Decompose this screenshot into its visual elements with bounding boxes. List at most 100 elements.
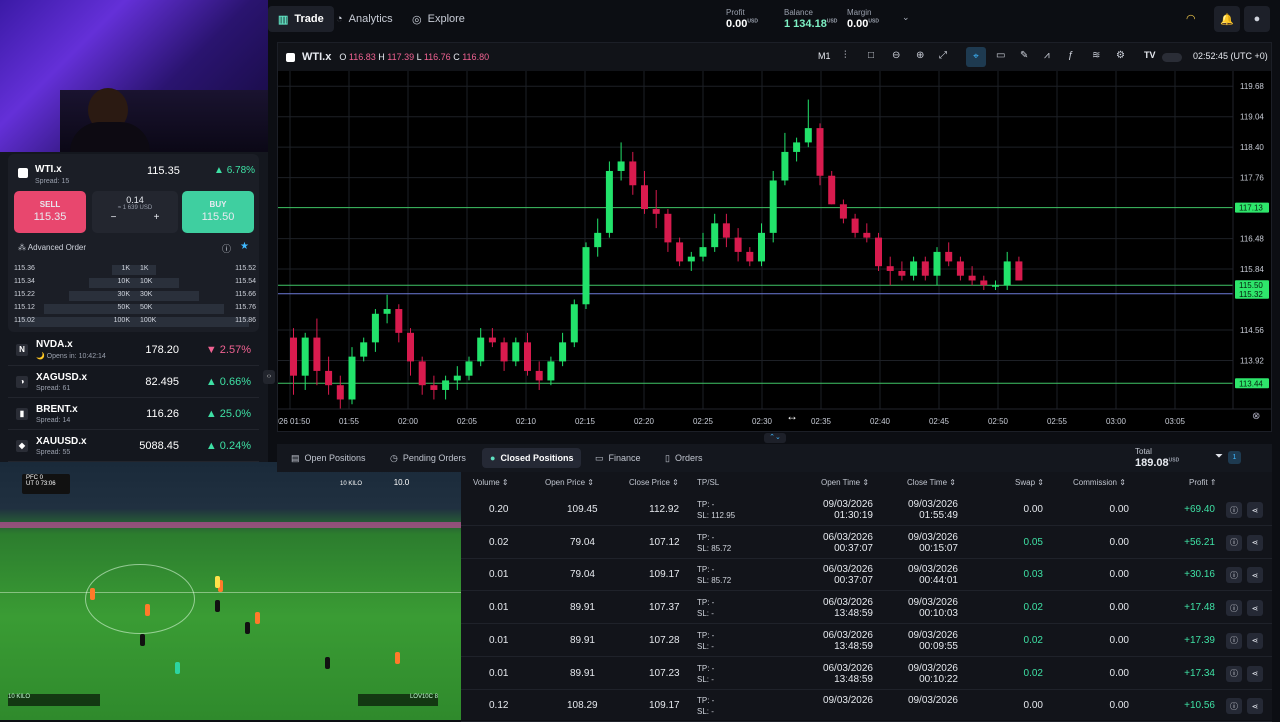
table-row[interactable]: 0.01 89.91 107.23 TP: - SL: - 06/03/2026 13:48… bbox=[461, 658, 1272, 690]
tab-open-positions[interactable]: ▤ Open Positions bbox=[283, 448, 374, 468]
symbol-price: 178.20 bbox=[145, 343, 179, 356]
table-row[interactable]: 0.01 89.91 107.28 TP: - SL: - 06/03/2026 13:48… bbox=[461, 625, 1272, 657]
watchlist-item[interactable]: ◆ XAUUSD.x Spread: 55 5088.45 ▲ 0.24% bbox=[8, 430, 259, 462]
collapse-panel-button[interactable]: ‹› bbox=[263, 370, 275, 384]
column-header[interactable]: TP/SL bbox=[697, 478, 719, 487]
star-icon[interactable]: ★ bbox=[240, 241, 249, 252]
candle-body bbox=[535, 370, 543, 381]
volume-increase-button[interactable]: + bbox=[154, 212, 160, 223]
table-row[interactable]: 0.12 108.29 109.17 TP: - SL: - 09/03/2026 09/0… bbox=[461, 690, 1272, 722]
scoreboard: PFC 0 UT 0 73:06 bbox=[22, 474, 70, 494]
row-share-icon[interactable]: ⋖ bbox=[1247, 600, 1263, 617]
price-chart[interactable]: WTI.x O 116.83 H 117.39 L 116.76 C 116.8… bbox=[277, 42, 1272, 432]
candle-body bbox=[921, 261, 929, 276]
square-icon[interactable]: □ bbox=[868, 50, 874, 61]
sell-button[interactable]: SELL 115.35 bbox=[14, 191, 86, 233]
row-info-icon[interactable]: ⓘ bbox=[1226, 665, 1242, 682]
row-share-icon[interactable]: ⋖ bbox=[1247, 665, 1263, 682]
reset-chart-icon[interactable]: ⊗ bbox=[1252, 411, 1260, 422]
row-share-icon[interactable]: ⋖ bbox=[1247, 632, 1263, 649]
row-info-icon[interactable]: ⓘ bbox=[1226, 502, 1242, 518]
draw-pen-icon[interactable]: ✎ bbox=[1020, 50, 1028, 61]
x-tick-label: 02:10 bbox=[516, 417, 537, 426]
resize-horizontal-icon[interactable]: ↔ bbox=[786, 409, 798, 423]
x-tick-label: 03:00 bbox=[1106, 417, 1127, 426]
candle-body bbox=[348, 356, 356, 400]
close-time-cell: 09/03/2026 00:15:07 bbox=[907, 531, 958, 554]
row-share-icon[interactable]: ⋖ bbox=[1247, 534, 1263, 551]
margin-stat: Margin 0.00USD bbox=[847, 8, 879, 30]
column-header[interactable]: Close Price ⇕ bbox=[629, 478, 679, 487]
tab-closed-positions[interactable]: ● Closed Positions bbox=[482, 448, 582, 468]
advanced-order-toggle[interactable]: ⁂ Advanced Order bbox=[18, 243, 86, 252]
column-header[interactable]: Commission ⇕ bbox=[1073, 478, 1126, 487]
volume-cell: 0.20 bbox=[489, 504, 509, 515]
nav-tab-analytics[interactable]: ◔ Analytics bbox=[326, 6, 403, 32]
indicators-icon[interactable]: ƒ bbox=[1068, 50, 1074, 61]
zoom-in-icon[interactable]: ⊕ bbox=[916, 50, 924, 61]
volume-cell: 0.01 bbox=[489, 634, 509, 646]
open-time-cell: 06/03/2026 00:37:07 bbox=[822, 531, 873, 554]
column-header[interactable]: Volume ⇕ bbox=[473, 478, 509, 487]
row-info-icon[interactable]: ⓘ bbox=[1226, 698, 1242, 715]
symbol-name: XAUUSD.x bbox=[36, 435, 87, 447]
watchlist-item[interactable]: N NVDA.x 🌙 Opens in: 10:42:14 178.20 ▼ 2.57% bbox=[8, 334, 259, 366]
tab-finance[interactable]: ▭ Finance bbox=[587, 448, 649, 468]
chevron-down-icon[interactable]: ⌄ bbox=[902, 12, 910, 23]
column-header[interactable]: Profit ⇑ bbox=[1189, 478, 1217, 487]
column-header[interactable]: Open Time ⇕ bbox=[821, 478, 869, 487]
volume-decrease-button[interactable]: − bbox=[111, 212, 117, 223]
info-icon[interactable]: ⓘ bbox=[222, 242, 231, 255]
tab-orders[interactable]: ▯ Orders bbox=[657, 448, 710, 468]
table-row[interactable]: 0.02 79.04 107.12 TP: - SL: 85.72 06/03/2026 0… bbox=[461, 527, 1272, 559]
watchlist-item[interactable]: ◑ XAGUSD.x Spread: 61 82.495 ▲ 0.66% bbox=[8, 366, 259, 398]
open-price-cell: 109.45 bbox=[567, 504, 598, 515]
zoom-out-icon[interactable]: ⊖ bbox=[892, 50, 900, 61]
row-info-icon[interactable]: ⓘ bbox=[1226, 534, 1242, 551]
fit-screen-icon[interactable]: ⤢ bbox=[939, 50, 947, 61]
row-info-icon[interactable]: ⓘ bbox=[1226, 567, 1242, 584]
candle-body bbox=[1015, 261, 1023, 281]
column-header[interactable]: Close Time ⇕ bbox=[907, 478, 956, 487]
candle-body bbox=[559, 342, 567, 362]
table-row[interactable]: 0.01 89.91 107.37 TP: - SL: - 06/03/2026 13:48… bbox=[461, 592, 1272, 625]
chart-clock: 02:52:45 (UTC +0) bbox=[1193, 51, 1268, 61]
timeframe-selector[interactable]: M1 bbox=[818, 51, 831, 61]
layers-icon[interactable]: ≋ bbox=[1092, 50, 1100, 61]
crosshair-icon[interactable]: ⌖ bbox=[966, 47, 986, 67]
table-row[interactable]: 0.20 109.45 112.92 TP: - SL: 112.95 09/03/202… bbox=[461, 494, 1272, 526]
candle-body bbox=[886, 266, 894, 271]
bid-size: 30K bbox=[117, 291, 130, 298]
bid-price: 115.12 bbox=[14, 304, 35, 311]
row-info-icon[interactable]: ⓘ bbox=[1226, 632, 1242, 649]
buy-button[interactable]: BUY 115.50 bbox=[182, 191, 254, 233]
pattern-icon[interactable]: ⩘ bbox=[1044, 50, 1050, 61]
candle-body bbox=[699, 247, 707, 257]
candlestick-plot[interactable]: 2026 01:50 01:55 02:00 02:05 02:10 02:15 02:20… bbox=[278, 71, 1271, 431]
watchlist-item[interactable]: ▮ BRENT.x Spread: 14 116.26 ▲ 25.0% bbox=[8, 398, 259, 430]
column-header[interactable]: Open Price ⇕ bbox=[545, 478, 594, 487]
filter-count-badge: 1 bbox=[1228, 451, 1241, 464]
user-profile-icon[interactable]: ● bbox=[1244, 6, 1270, 32]
column-header[interactable]: Swap ⇕ bbox=[1015, 478, 1044, 487]
volume-cell: 0.01 bbox=[489, 569, 509, 581]
settings-gear-icon[interactable]: ⚙ bbox=[1116, 50, 1125, 61]
row-share-icon[interactable]: ⋖ bbox=[1247, 698, 1263, 715]
candle-type-icon[interactable]: ⫶ bbox=[844, 50, 847, 61]
filter-icon[interactable]: ⏷ bbox=[1215, 451, 1223, 462]
tab-pending-orders[interactable]: ◷ Pending Orders bbox=[382, 448, 474, 468]
horizontal-line-icon[interactable]: ▭ bbox=[996, 50, 1005, 61]
row-share-icon[interactable]: ⋖ bbox=[1247, 502, 1263, 518]
volume-stepper[interactable]: 0.14 ≈ 1 639 USD − + bbox=[92, 191, 178, 233]
open-time-cell: 09/03/2026 bbox=[822, 695, 873, 707]
bid-price: 115.02 bbox=[14, 317, 35, 324]
row-share-icon[interactable]: ⋖ bbox=[1247, 567, 1263, 584]
panel-resize-handle[interactable]: ⌃⌄ bbox=[764, 433, 786, 443]
nav-tab-trade[interactable]: ▥ Trade bbox=[268, 6, 334, 32]
toggle-switch[interactable] bbox=[1162, 53, 1182, 62]
notifications-bell-icon[interactable]: 🔔 bbox=[1214, 6, 1240, 32]
row-info-icon[interactable]: ⓘ bbox=[1226, 600, 1242, 617]
nav-tab-explore[interactable]: ◎ Explore bbox=[402, 6, 475, 32]
table-row[interactable]: 0.01 79.04 109.17 TP: - SL: 85.72 06/03/2026 0… bbox=[461, 559, 1272, 592]
open-time-cell: 06/03/2026 13:48:59 bbox=[822, 662, 873, 685]
